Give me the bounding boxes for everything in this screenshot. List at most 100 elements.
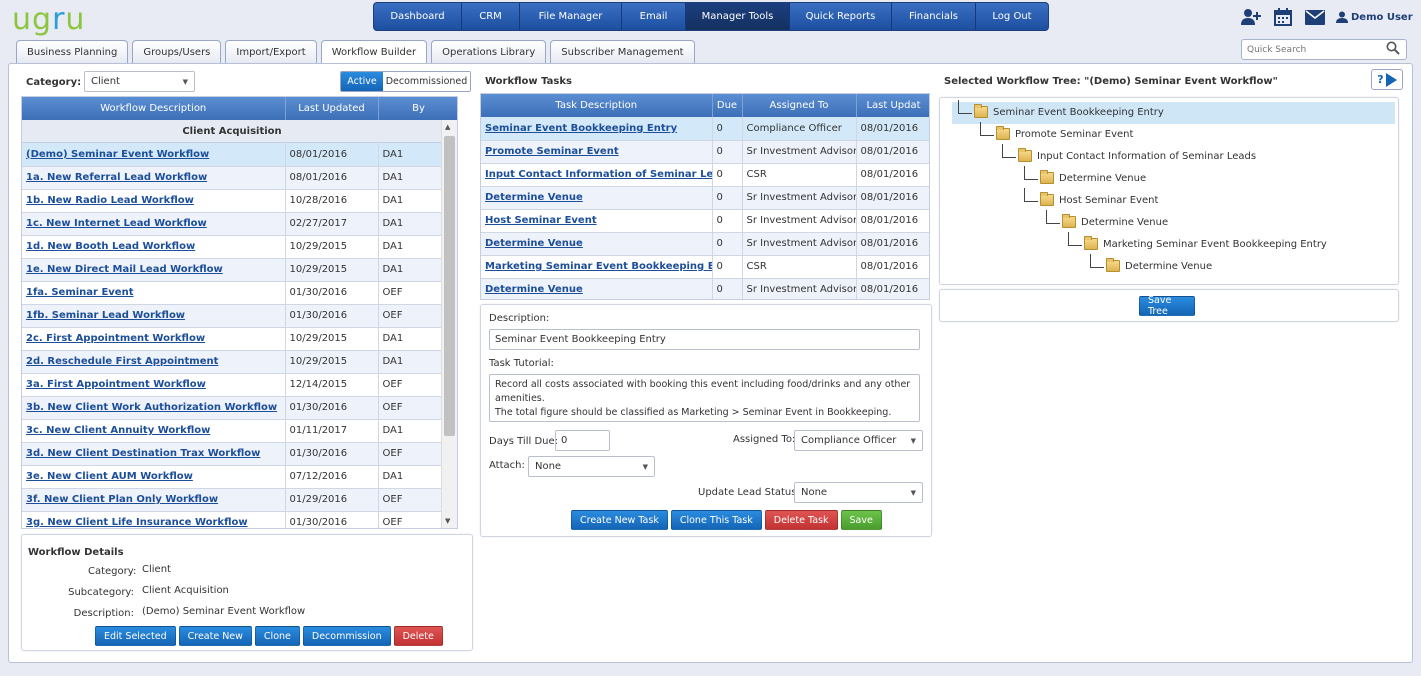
- table-row[interactable]: Determine Venue 0 Sr Investment Advisor 08/…: [481, 186, 929, 210]
- task-description-cell[interactable]: Determine Venue: [481, 186, 713, 210]
- workflow-description-cell[interactable]: 3c. New Client Annuity Workflow: [22, 419, 286, 443]
- scroll-thumb[interactable]: [444, 136, 455, 436]
- tab-import-export[interactable]: Import/Export: [225, 40, 317, 63]
- workflow-link[interactable]: 1fb. Seminar Lead Workflow: [26, 310, 185, 321]
- table-row[interactable]: 1fb. Seminar Lead Workflow 01/30/2016 OEF: [22, 304, 443, 328]
- task-tutorial-textarea[interactable]: Record all costs associated with booking…: [489, 374, 920, 422]
- workflow-link[interactable]: (Demo) Seminar Event Workflow: [26, 149, 209, 160]
- task-description-cell[interactable]: Marketing Seminar Event Bookkeeping Entr…: [481, 255, 713, 279]
- workflow-link[interactable]: 3b. New Client Work Authorization Workfl…: [26, 402, 277, 413]
- workflow-description-cell[interactable]: 1d. New Booth Lead Workflow: [22, 235, 286, 259]
- task-description-cell[interactable]: Determine Venue: [481, 232, 713, 256]
- table-row[interactable]: Promote Seminar Event 0 Sr Investment Advi…: [481, 140, 929, 164]
- nav-manager-tools[interactable]: Manager Tools: [686, 3, 790, 30]
- table-row[interactable]: 3f. New Client Plan Only Workflow 01/29/2…: [22, 488, 443, 512]
- workflow-description-cell[interactable]: (Demo) Seminar Event Workflow: [22, 143, 286, 167]
- workflow-link[interactable]: 1e. New Direct Mail Lead Workflow: [26, 264, 223, 275]
- tab-subscriber-management[interactable]: Subscriber Management: [550, 40, 695, 63]
- user-menu[interactable]: Demo User: [1336, 11, 1413, 23]
- decommission-button[interactable]: Decommission: [302, 626, 391, 646]
- col-due[interactable]: Due: [712, 94, 743, 117]
- task-description-cell[interactable]: Seminar Event Bookkeeping Entry: [481, 117, 713, 141]
- tab-workflow-builder[interactable]: Workflow Builder: [320, 40, 428, 64]
- table-row[interactable]: 1fa. Seminar Event 01/30/2016 OEF: [22, 281, 443, 305]
- tree-node[interactable]: Input Contact Information of Seminar Lea…: [1018, 148, 1256, 162]
- mail-icon[interactable]: [1304, 8, 1326, 26]
- tree-node[interactable]: Determine Venue: [1106, 258, 1212, 272]
- clone-task-button[interactable]: Clone This Task: [670, 510, 762, 530]
- scroll-up-icon[interactable]: ▲: [445, 123, 450, 131]
- toggle-active[interactable]: Active: [341, 72, 383, 91]
- col-workflow-description[interactable]: Workflow Description: [22, 97, 286, 120]
- col-task-description[interactable]: Task Description: [481, 94, 713, 117]
- task-description-cell[interactable]: Promote Seminar Event: [481, 140, 713, 164]
- workflow-description-cell[interactable]: 3a. First Appointment Workflow: [22, 373, 286, 397]
- workflow-link[interactable]: 3c. New Client Annuity Workflow: [26, 425, 210, 436]
- tree-node[interactable]: Determine Venue: [1062, 214, 1168, 228]
- create-new-button[interactable]: Create New: [178, 626, 252, 646]
- update-lead-status-select[interactable]: None ▼: [794, 482, 923, 503]
- table-row[interactable]: 3g. New Client Life Insurance Workflow 01…: [22, 511, 443, 528]
- table-row[interactable]: 2d. Reschedule First Appointment 10/29/20…: [22, 350, 443, 374]
- add-user-icon[interactable]: [1240, 8, 1262, 26]
- workflow-description-cell[interactable]: 1c. New Internet Lead Workflow: [22, 212, 286, 236]
- workflow-description-cell[interactable]: 3d. New Client Destination Trax Workflow: [22, 442, 286, 466]
- table-row[interactable]: Determine Venue 0 Sr Investment Advisor 08/…: [481, 278, 929, 299]
- table-row[interactable]: 1c. New Internet Lead Workflow 02/27/2017…: [22, 212, 443, 236]
- toggle-decommissioned[interactable]: Decommissioned: [383, 72, 470, 91]
- workflow-link[interactable]: 2d. Reschedule First Appointment: [26, 356, 218, 367]
- table-row[interactable]: Input Contact Information of Seminar Lea…: [481, 163, 929, 187]
- delete-button[interactable]: Delete: [393, 626, 443, 646]
- table-row[interactable]: Marketing Seminar Event Bookkeeping Entr…: [481, 255, 929, 279]
- col-by[interactable]: By: [378, 97, 457, 120]
- task-link[interactable]: Determine Venue: [485, 284, 583, 295]
- task-link[interactable]: Seminar Event Bookkeeping Entry: [485, 123, 677, 134]
- table-row[interactable]: 1a. New Referral Lead Workflow 08/01/2016…: [22, 166, 443, 190]
- table-row[interactable]: 3c. New Client Annuity Workflow 01/11/201…: [22, 419, 443, 443]
- attach-select[interactable]: None ▼: [528, 456, 655, 477]
- tree-node[interactable]: Seminar Event Bookkeeping Entry: [974, 104, 1164, 118]
- workflow-description-cell[interactable]: 3e. New Client AUM Workflow: [22, 465, 286, 489]
- create-new-task-button[interactable]: Create New Task: [571, 510, 668, 530]
- nav-quick-reports[interactable]: Quick Reports: [790, 3, 892, 30]
- task-link[interactable]: Determine Venue: [485, 238, 583, 249]
- workflow-description-cell[interactable]: 2c. First Appointment Workflow: [22, 327, 286, 351]
- clone-button[interactable]: Clone: [254, 626, 300, 646]
- workflow-link[interactable]: 1b. New Radio Lead Workflow: [26, 195, 194, 206]
- table-row[interactable]: Seminar Event Bookkeeping Entry 0 Complian…: [481, 117, 929, 141]
- workflow-link[interactable]: 1d. New Booth Lead Workflow: [26, 241, 195, 252]
- nav-financials[interactable]: Financials: [892, 3, 976, 30]
- tree-node[interactable]: Promote Seminar Event: [996, 126, 1133, 140]
- scroll-down-icon[interactable]: ▼: [445, 517, 450, 525]
- search-icon[interactable]: [1386, 41, 1400, 58]
- workflow-description-cell[interactable]: 3b. New Client Work Authorization Workfl…: [22, 396, 286, 420]
- table-row[interactable]: 1b. New Radio Lead Workflow 10/28/2016 DA1: [22, 189, 443, 213]
- table-row[interactable]: 3a. First Appointment Workflow 12/14/2015…: [22, 373, 443, 397]
- workflow-link[interactable]: 1c. New Internet Lead Workflow: [26, 218, 207, 229]
- tab-business-planning[interactable]: Business Planning: [16, 40, 129, 63]
- table-row[interactable]: 1d. New Booth Lead Workflow 10/29/2015 DA1: [22, 235, 443, 259]
- workflow-description-cell[interactable]: 1b. New Radio Lead Workflow: [22, 189, 286, 213]
- task-description-cell[interactable]: Determine Venue: [481, 278, 713, 299]
- workflow-link[interactable]: 3g. New Client Life Insurance Workflow: [26, 517, 248, 528]
- table-row[interactable]: Host Seminar Event 0 Sr Investment Advisor…: [481, 209, 929, 233]
- workflow-description-cell[interactable]: 3g. New Client Life Insurance Workflow: [22, 511, 286, 528]
- tree-node[interactable]: Marketing Seminar Event Bookkeeping Entr…: [1084, 236, 1327, 250]
- tree-node[interactable]: Determine Venue: [1040, 170, 1146, 184]
- workflow-description-cell[interactable]: 1fa. Seminar Event: [22, 281, 286, 305]
- table-row[interactable]: 1e. New Direct Mail Lead Workflow 10/29/2…: [22, 258, 443, 282]
- workflow-description-cell[interactable]: 1e. New Direct Mail Lead Workflow: [22, 258, 286, 282]
- save-tree-button[interactable]: Save Tree: [1139, 295, 1195, 317]
- calendar-icon[interactable]: [1272, 8, 1294, 26]
- workflow-description-cell[interactable]: 1fb. Seminar Lead Workflow: [22, 304, 286, 328]
- nav-log-out[interactable]: Log Out: [976, 3, 1048, 30]
- days-till-due-input[interactable]: 0: [555, 430, 610, 451]
- task-link[interactable]: Input Contact Information of Seminar Lea…: [485, 169, 711, 180]
- edit-selected-button[interactable]: Edit Selected: [95, 626, 176, 646]
- task-link[interactable]: Marketing Seminar Event Bookkeeping Entr…: [485, 261, 711, 272]
- task-link[interactable]: Promote Seminar Event: [485, 146, 619, 157]
- nav-email[interactable]: Email: [622, 3, 686, 30]
- workflow-description-cell[interactable]: 3f. New Client Plan Only Workflow: [22, 488, 286, 512]
- workflow-description-cell[interactable]: 1a. New Referral Lead Workflow: [22, 166, 286, 190]
- task-description-cell[interactable]: Input Contact Information of Seminar Lea…: [481, 163, 713, 187]
